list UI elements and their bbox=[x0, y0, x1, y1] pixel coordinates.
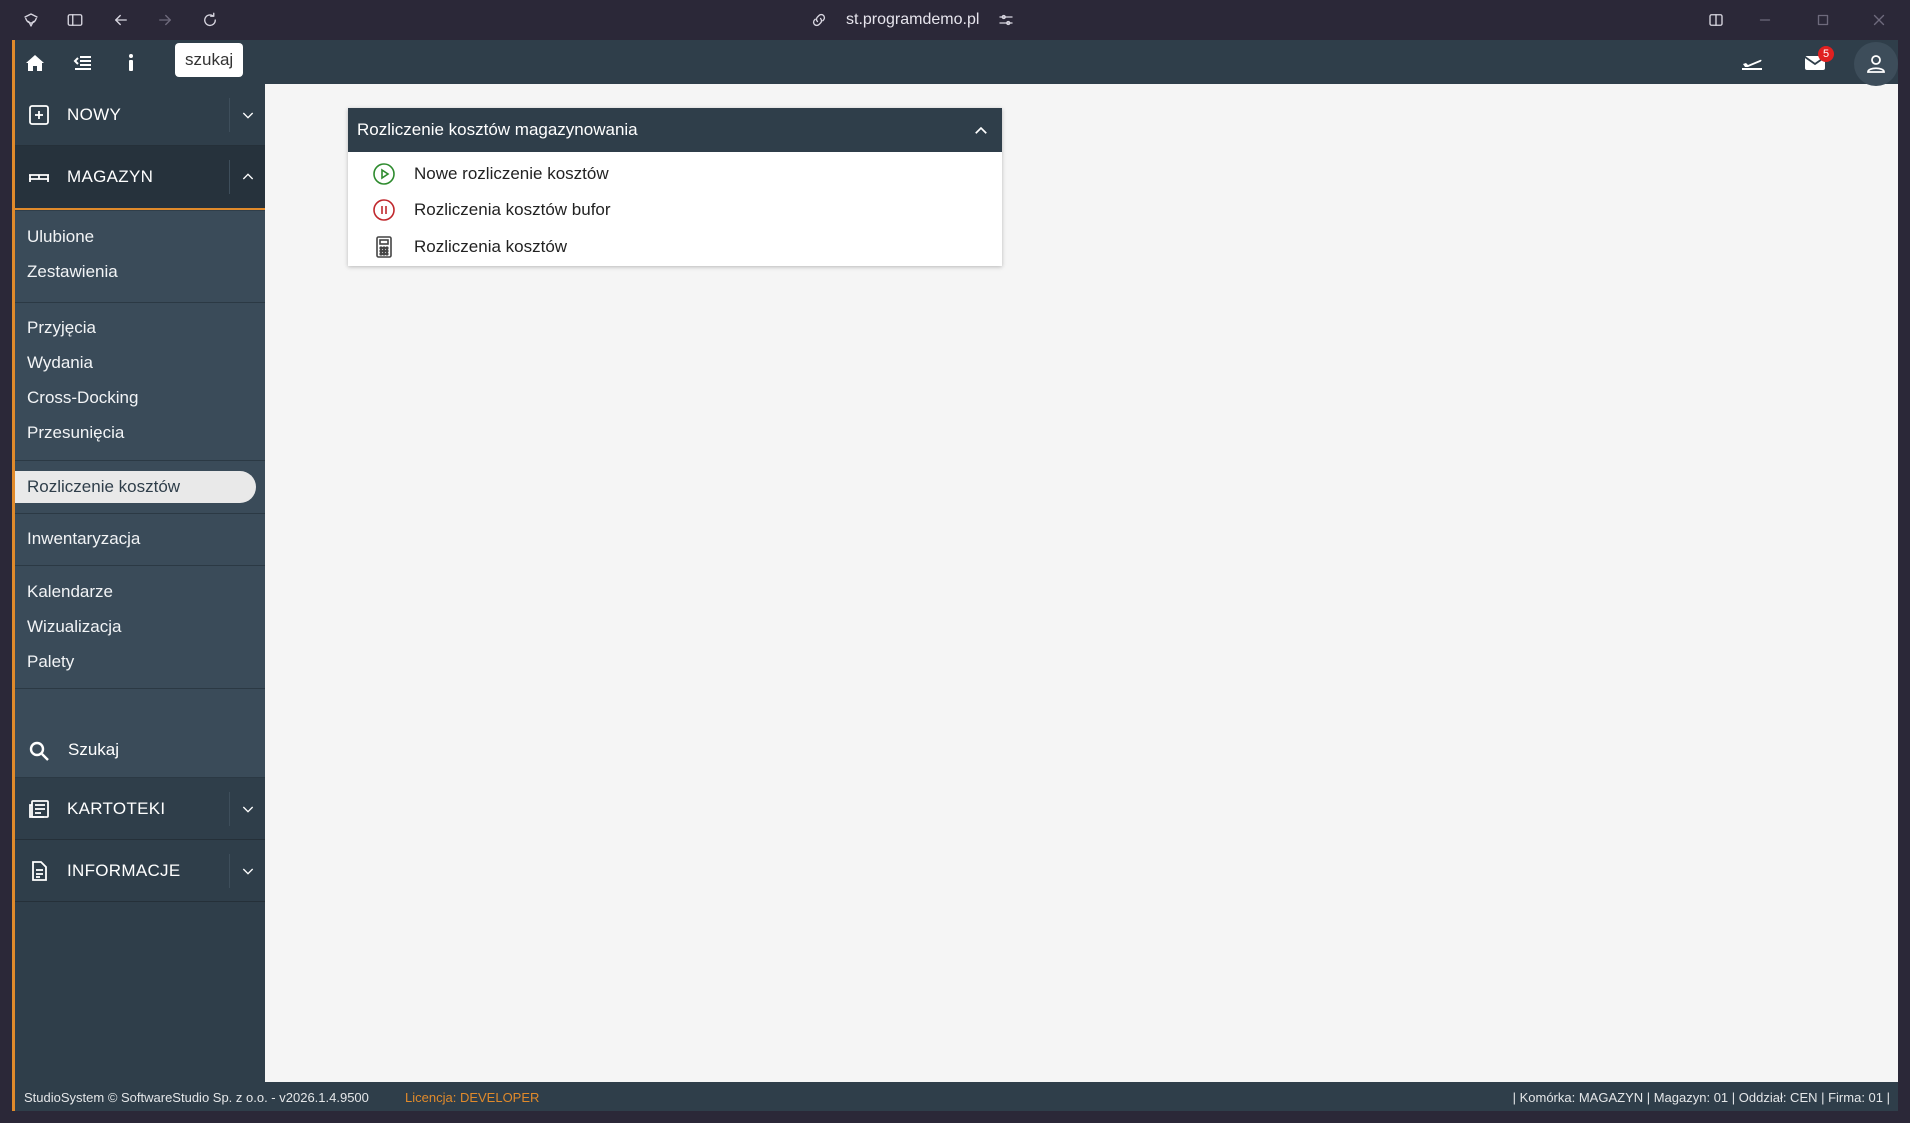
submenu-group: Kalendarze Wizualizacja Palety bbox=[15, 566, 265, 689]
footer-copyright: StudioSystem © SoftwareStudio Sp. z o.o.… bbox=[24, 1090, 369, 1105]
panel-item-new-settlement[interactable]: Nowe rozliczenie kosztów bbox=[348, 158, 1002, 190]
sidebar-section-nowy[interactable]: NOWY bbox=[15, 84, 265, 146]
search-icon bbox=[29, 741, 49, 761]
sidebar-item-przesuniecia[interactable]: Przesunięcia bbox=[27, 418, 124, 448]
panel-item-settlements-buffer[interactable]: Rozliczenia kosztów bufor bbox=[348, 194, 1002, 226]
site-settings-icon[interactable] bbox=[997, 11, 1015, 29]
app-topbar: szukaj 5 bbox=[15, 40, 1898, 86]
panel-title: Rozliczenie kosztów magazynowania bbox=[357, 120, 638, 139]
home-icon[interactable] bbox=[22, 50, 48, 76]
chevron-up-icon[interactable] bbox=[972, 122, 990, 140]
close-window-icon[interactable] bbox=[1868, 9, 1890, 31]
document-icon bbox=[27, 859, 51, 883]
footer-license-value: DEVELOPER bbox=[459, 1090, 540, 1105]
sidebar: NOWY MAGAZYN Ulubione Zestawienia Przyję… bbox=[15, 84, 265, 1082]
sidebar-search[interactable]: Szukaj bbox=[15, 724, 265, 778]
panel-item-label: Rozliczenia kosztów bufor bbox=[414, 200, 611, 219]
footer-context: | Komórka: MAGAZYN | Magazyn: 01 | Oddzi… bbox=[1512, 1090, 1890, 1105]
footer-license-label: Licencja: bbox=[405, 1090, 457, 1105]
play-circle-icon bbox=[372, 162, 396, 186]
address-bar[interactable]: st.programdemo.pl bbox=[810, 8, 1015, 32]
split-view-icon[interactable] bbox=[1705, 9, 1727, 31]
reload-icon[interactable] bbox=[199, 9, 221, 31]
section-label: KARTOTEKI bbox=[67, 798, 166, 818]
browser-toolbar: st.programdemo.pl bbox=[0, 0, 1910, 40]
app-window: szukaj 5 NOWY MAGAZYN Ulubione Zestawien… bbox=[12, 40, 1898, 1111]
maximize-icon[interactable] bbox=[1812, 9, 1834, 31]
sidebar-item-wydania[interactable]: Wydania bbox=[27, 348, 93, 378]
link-icon bbox=[812, 13, 826, 27]
footer-license: Licencja: DEVELOPER bbox=[405, 1090, 539, 1105]
section-label: MAGAZYN bbox=[67, 167, 154, 186]
chevron-up-icon[interactable] bbox=[229, 160, 265, 194]
back-arrow-icon[interactable] bbox=[110, 9, 132, 31]
magazyn-submenu: Ulubione Zestawienia Przyjęcia Wydania C… bbox=[15, 211, 265, 724]
section-label: INFORMACJE bbox=[67, 860, 181, 880]
forward-arrow-icon[interactable] bbox=[154, 9, 176, 31]
submenu-group: Ulubione Zestawienia bbox=[15, 211, 265, 303]
user-icon bbox=[1867, 55, 1885, 73]
plus-square-icon bbox=[27, 103, 51, 127]
chevron-down-icon[interactable] bbox=[229, 98, 265, 132]
panel-header[interactable]: Rozliczenie kosztów magazynowania bbox=[348, 108, 1002, 152]
sidebar-item-wizualizacja[interactable]: Wizualizacja bbox=[27, 612, 121, 642]
chevron-down-icon[interactable] bbox=[229, 792, 265, 826]
section-label: NOWY bbox=[67, 104, 122, 124]
sidebar-section-informacje[interactable]: INFORMACJE bbox=[15, 840, 265, 902]
sidebar-section-kartoteki[interactable]: KARTOTEKI bbox=[15, 778, 265, 840]
chevron-down-icon[interactable] bbox=[229, 854, 265, 888]
mail-count-badge: 5 bbox=[1818, 46, 1834, 62]
sidebar-item-ulubione[interactable]: Ulubione bbox=[27, 222, 94, 252]
panel-item-label: Nowe rozliczenie kosztów bbox=[414, 164, 609, 183]
status-footer: StudioSystem © SoftwareStudio Sp. z o.o.… bbox=[15, 1082, 1898, 1111]
user-avatar[interactable] bbox=[1854, 42, 1898, 86]
cost-settlement-panel: Rozliczenie kosztów magazynowania Nowe r… bbox=[348, 108, 1002, 266]
sidebar-item-cross-docking[interactable]: Cross-Docking bbox=[27, 383, 138, 413]
sidebar-item-inwentaryzacja[interactable]: Inwentaryzacja bbox=[27, 524, 140, 554]
shelf-icon bbox=[27, 165, 51, 189]
collapse-menu-icon[interactable] bbox=[70, 50, 96, 76]
panel-item-settlements[interactable]: Rozliczenia kosztów bbox=[348, 231, 1002, 263]
sidebar-item-przyjecia[interactable]: Przyjęcia bbox=[27, 313, 96, 343]
search-chip[interactable]: szukaj bbox=[175, 43, 244, 77]
browser-logo-icon[interactable] bbox=[20, 9, 42, 31]
sidebar-item-zestawienia[interactable]: Zestawienia bbox=[27, 257, 118, 287]
submenu-group: Rozliczenie kosztów bbox=[15, 461, 265, 514]
sidebar-toggle-icon[interactable] bbox=[64, 9, 86, 31]
sidebar-item-kalendarze[interactable]: Kalendarze bbox=[27, 577, 113, 607]
submenu-group: Przyjęcia Wydania Cross-Docking Przesuni… bbox=[15, 303, 265, 461]
url-text: st.programdemo.pl bbox=[846, 11, 980, 28]
sidebar-item-rozliczenie-kosztow[interactable]: Rozliczenie kosztów bbox=[15, 471, 256, 503]
pause-circle-icon bbox=[372, 198, 396, 222]
info-icon[interactable] bbox=[118, 50, 144, 76]
departure-icon[interactable] bbox=[1737, 50, 1767, 76]
panel-item-label: Rozliczenia kosztów bbox=[414, 237, 568, 256]
submenu-group: Inwentaryzacja bbox=[15, 514, 265, 566]
sidebar-search-label: Szukaj bbox=[68, 740, 120, 759]
calculator-icon bbox=[372, 235, 396, 259]
sidebar-section-magazyn[interactable]: MAGAZYN bbox=[15, 146, 265, 210]
catalog-icon bbox=[27, 797, 51, 821]
minimize-icon[interactable] bbox=[1754, 9, 1776, 31]
sidebar-item-palety[interactable]: Palety bbox=[27, 647, 74, 677]
mail-icon[interactable]: 5 bbox=[1802, 46, 1834, 76]
